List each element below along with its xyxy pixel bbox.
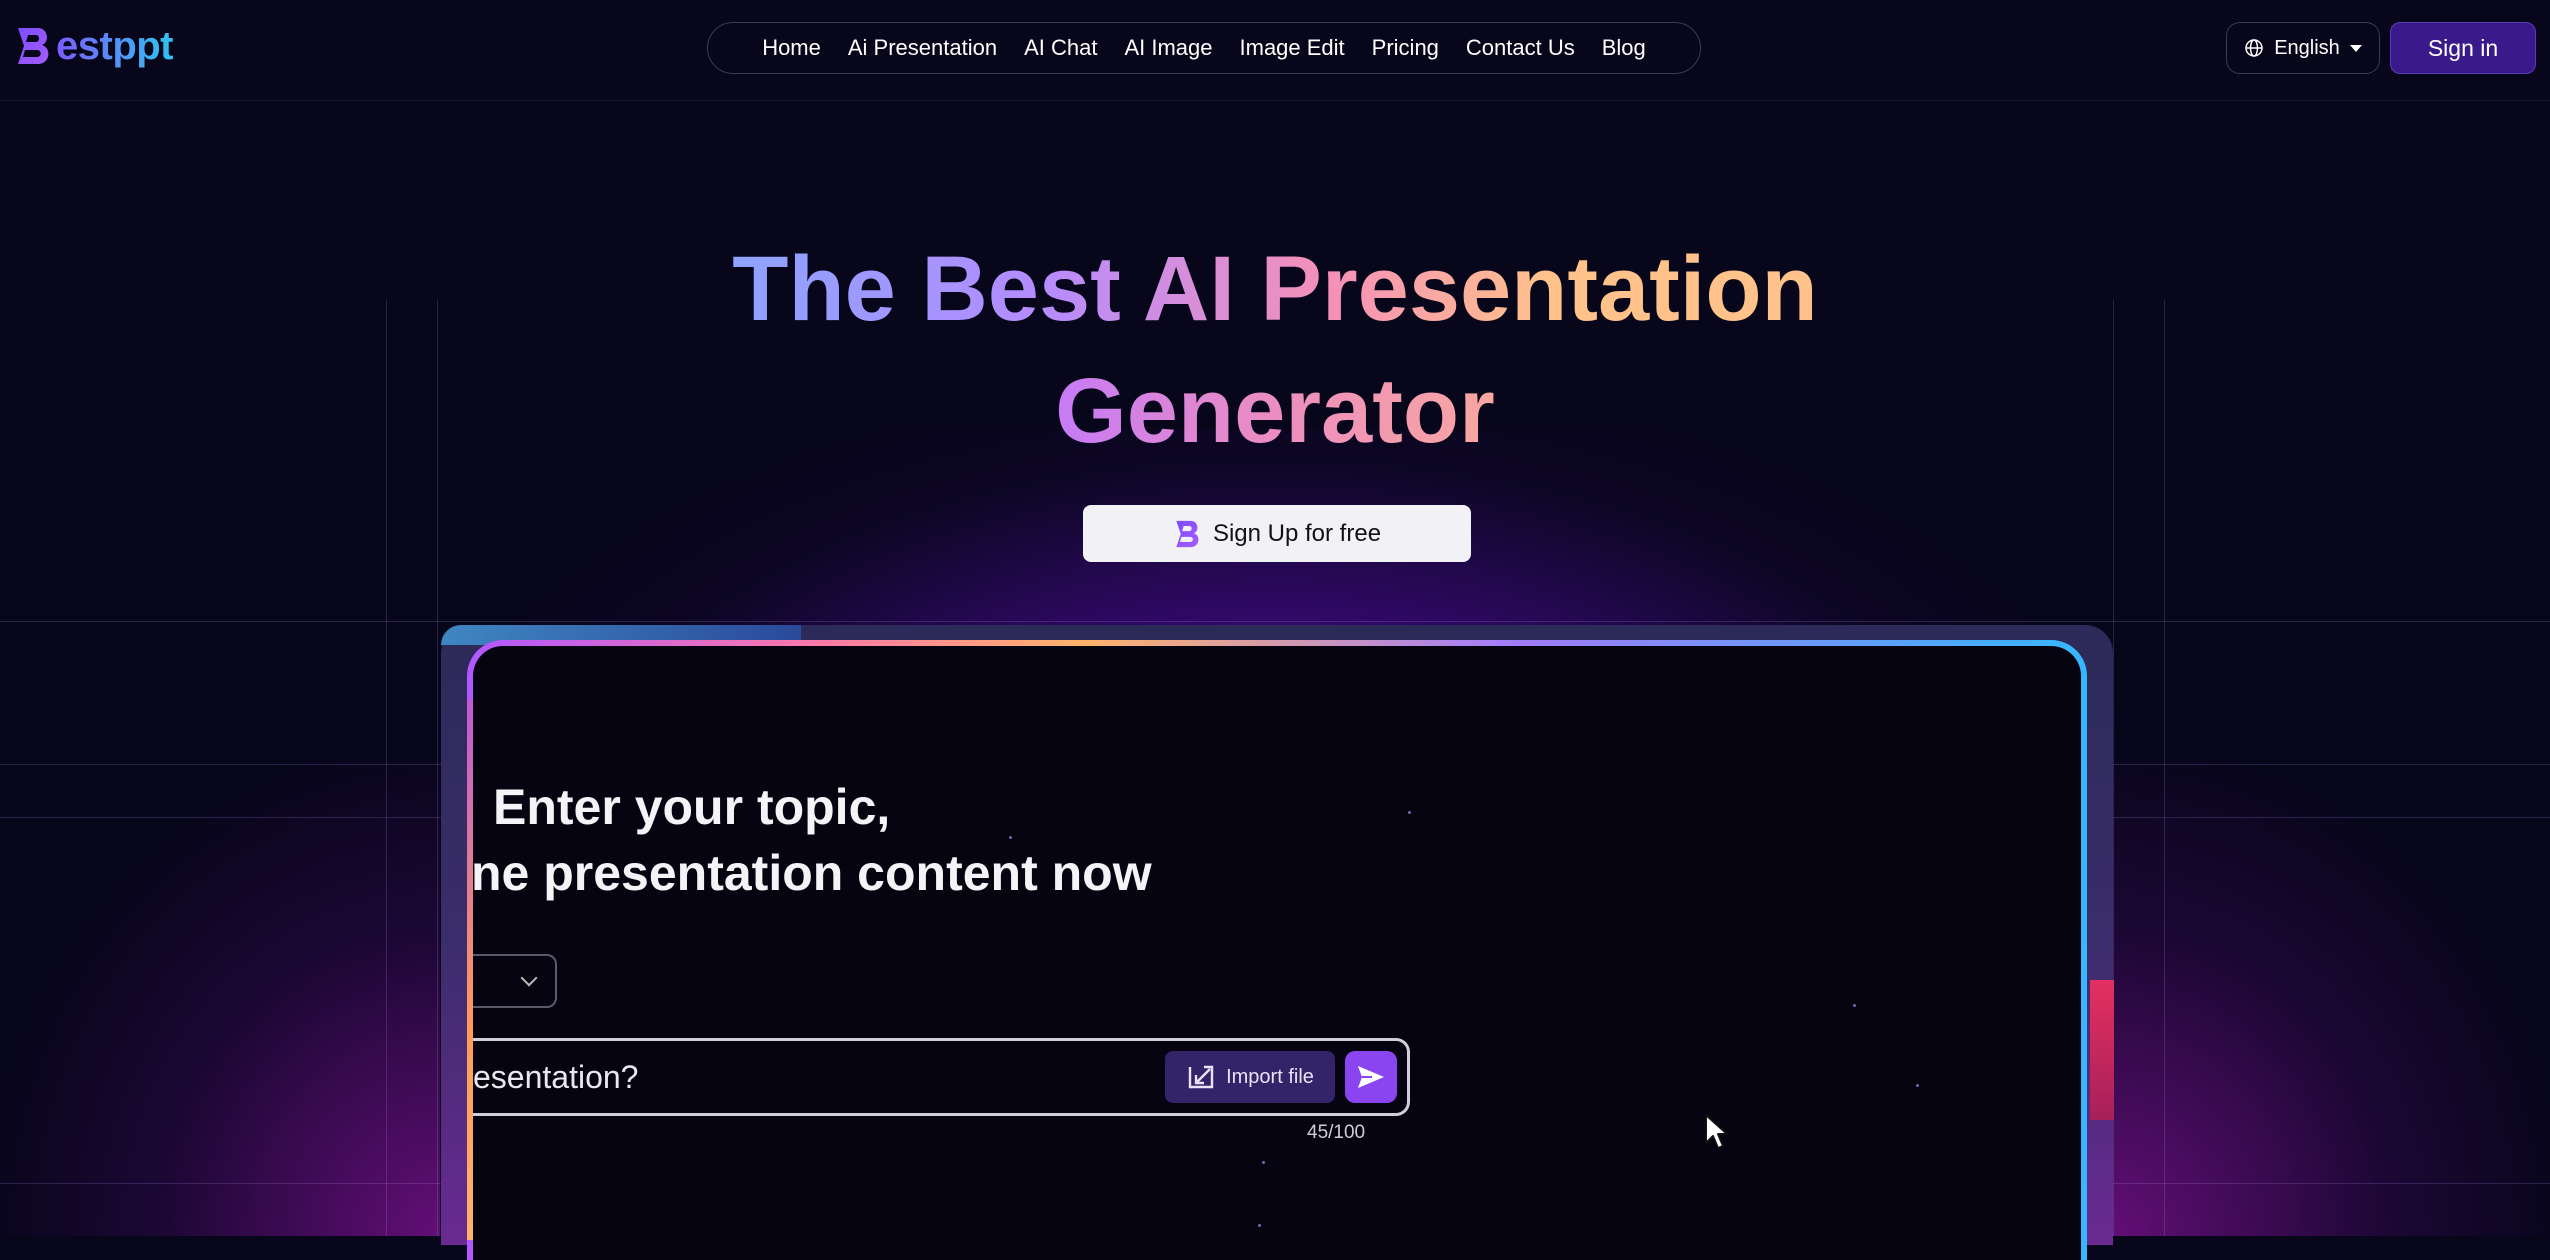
left-glow (0, 760, 440, 1236)
logo-b-icon (1176, 520, 1199, 547)
sign-up-label: Sign Up for free (1212, 519, 1382, 547)
sign-up-button[interactable]: Sign Up for free (1083, 505, 1471, 562)
nav-image-edit[interactable]: Image Edit (1240, 35, 1345, 61)
nav-pricing[interactable]: Pricing (1372, 35, 1439, 61)
star-dot (1916, 1084, 1919, 1087)
language-label: English (2274, 36, 2340, 59)
demo-screen: Enter your topic, ne presentation conten… (467, 640, 2087, 1260)
brand-logo[interactable]: estppt (14, 16, 174, 76)
send-icon (1358, 1066, 1384, 1088)
brand-name: estppt (56, 23, 174, 68)
demo-frame-accent (467, 700, 473, 1240)
language-selector[interactable]: English (2226, 22, 2380, 74)
logo-b-icon (18, 28, 49, 64)
star-dot (1262, 1161, 1265, 1164)
char-count: 45/100 (1307, 1122, 1366, 1143)
globe-icon (2245, 39, 2263, 57)
nav-ai-image[interactable]: AI Image (1124, 35, 1212, 61)
mouse-pointer-icon (1705, 1114, 1728, 1149)
send-button[interactable] (1345, 1051, 1397, 1103)
nav-home[interactable]: Home (762, 35, 821, 61)
nav-blog[interactable]: Blog (1602, 35, 1646, 61)
grid-line (0, 621, 2550, 622)
main-nav: Home Ai Presentation AI Chat AI Image Im… (707, 22, 1701, 74)
demo-heading-line2: ne presentation content now (471, 845, 1152, 901)
import-file-button[interactable]: Import file (1165, 1051, 1335, 1103)
topic-input-value[interactable]: esentation? (473, 1059, 1165, 1096)
star-dot (1258, 1224, 1261, 1227)
hero-title-line1: The Best AI Presentation (732, 238, 1818, 340)
demo-heading-line1: Enter your topic, (493, 779, 891, 835)
nav-contact-us[interactable]: Contact Us (1466, 35, 1575, 61)
hero-title-line2: Generator (1055, 360, 1495, 462)
star-dot (1408, 811, 1411, 814)
star-dot (1853, 1004, 1856, 1007)
chevron-down-icon (520, 969, 538, 987)
demo-dropdown[interactable] (473, 954, 557, 1008)
right-glow (2110, 760, 2550, 1236)
import-icon (1188, 1065, 1214, 1089)
caret-down-icon (2349, 44, 2362, 52)
nav-ai-chat[interactable]: AI Chat (1024, 35, 1097, 61)
top-navbar: estppt Home Ai Presentation AI Chat AI I… (0, 0, 2550, 101)
nav-ai-presentation[interactable]: Ai Presentation (848, 35, 997, 61)
topic-input[interactable]: esentation? Import file (473, 1038, 1410, 1116)
demo-frame-accent (2090, 980, 2114, 1120)
sign-in-button[interactable]: Sign in (2390, 22, 2536, 74)
hero-title: The Best AI Presentation Generator (0, 228, 2550, 472)
demo-heading: Enter your topic, ne presentation conten… (473, 774, 1152, 906)
import-file-label: Import file (1226, 1065, 1314, 1088)
